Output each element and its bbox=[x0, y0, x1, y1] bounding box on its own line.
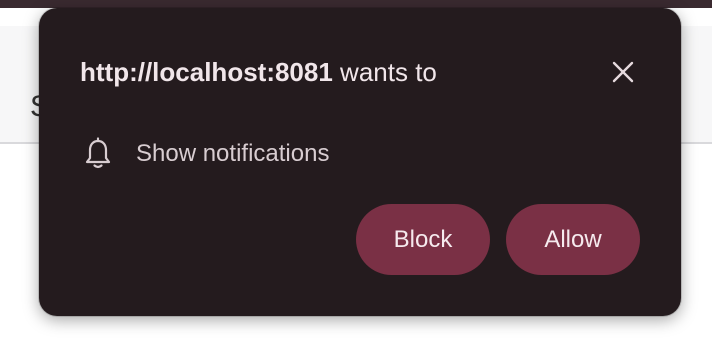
browser-page: S http://localhost:8081 wants to Show no… bbox=[0, 0, 712, 350]
permission-item-notifications: Show notifications bbox=[83, 136, 329, 172]
close-icon bbox=[612, 61, 634, 83]
allow-button[interactable]: Allow bbox=[506, 204, 640, 275]
requesting-origin: http://localhost:8081 bbox=[80, 57, 333, 87]
permission-label: Show notifications bbox=[136, 140, 330, 167]
close-button[interactable] bbox=[605, 54, 641, 90]
request-suffix: wants to bbox=[332, 57, 437, 87]
permission-request-title: http://localhost:8081 wants to bbox=[80, 56, 437, 88]
block-button[interactable]: Block bbox=[356, 204, 490, 275]
browser-toolbar-strip bbox=[0, 0, 712, 8]
notification-permission-popup: http://localhost:8081 wants to Show noti… bbox=[39, 8, 681, 316]
bell-icon bbox=[83, 136, 117, 172]
